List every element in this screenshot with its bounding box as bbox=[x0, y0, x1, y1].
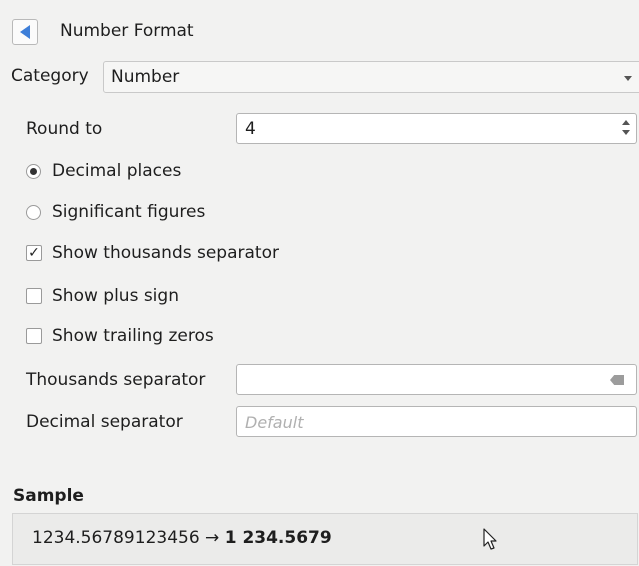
round-to-spinbox[interactable]: 4 bbox=[236, 113, 637, 144]
round-to-label: Round to bbox=[26, 119, 103, 139]
show-plus-label[interactable]: Show plus sign bbox=[52, 286, 179, 306]
category-label: Category bbox=[11, 66, 89, 86]
show-thousands-checkbox[interactable]: ✓ bbox=[26, 245, 42, 261]
decimal-separator-placeholder: Default bbox=[245, 413, 304, 432]
spin-buttons[interactable] bbox=[621, 118, 631, 138]
show-trailing-zeros-checkbox[interactable] bbox=[26, 328, 42, 344]
sample-input: 1234.56789123456 → bbox=[32, 528, 220, 548]
category-select[interactable]: Number bbox=[103, 61, 639, 93]
spin-up-icon[interactable] bbox=[622, 120, 630, 125]
thousands-separator-input[interactable] bbox=[236, 364, 637, 395]
sample-text: 1234.56789123456 → 1 234.5679 bbox=[32, 528, 332, 548]
back-button[interactable] bbox=[12, 19, 38, 45]
sample-output: 1 234.5679 bbox=[224, 528, 332, 548]
back-arrow-icon bbox=[20, 25, 30, 39]
decimal-separator-label: Decimal separator bbox=[26, 412, 183, 432]
significant-figures-radio[interactable] bbox=[26, 205, 41, 220]
significant-figures-label[interactable]: Significant figures bbox=[52, 202, 205, 222]
show-trailing-zeros-label[interactable]: Show trailing zeros bbox=[52, 326, 214, 346]
clear-icon[interactable] bbox=[610, 375, 624, 385]
decimal-places-radio[interactable] bbox=[26, 164, 41, 179]
mouse-pointer-icon bbox=[483, 528, 497, 550]
show-plus-checkbox[interactable] bbox=[26, 288, 42, 304]
decimal-separator-input[interactable]: Default bbox=[236, 406, 637, 437]
sample-panel: 1234.56789123456 → 1 234.5679 bbox=[12, 513, 638, 565]
thousands-separator-label: Thousands separator bbox=[26, 370, 206, 390]
chevron-down-icon bbox=[624, 76, 632, 81]
show-thousands-label[interactable]: Show thousands separator bbox=[52, 243, 279, 263]
page-title: Number Format bbox=[60, 21, 194, 41]
spin-down-icon[interactable] bbox=[622, 130, 630, 135]
category-value: Number bbox=[111, 67, 180, 87]
sample-heading: Sample bbox=[13, 486, 84, 506]
round-to-value: 4 bbox=[245, 119, 256, 139]
decimal-places-label[interactable]: Decimal places bbox=[52, 161, 181, 181]
